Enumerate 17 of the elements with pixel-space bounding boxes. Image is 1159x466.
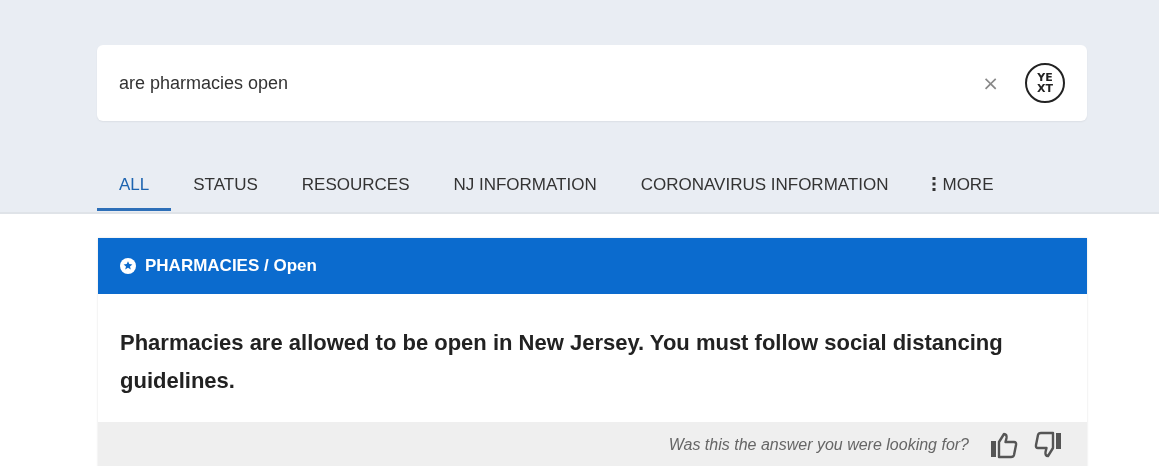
more-tab[interactable]: MORE — [910, 165, 1016, 211]
thumbs-down-icon — [1033, 430, 1063, 460]
tab[interactable]: NJ INFORMATION — [431, 165, 619, 211]
yext-logo[interactable]: YE XT — [1025, 63, 1065, 103]
answer-text: Pharmacies are allowed to be open in New Jersey. You must follow social distancing guidelines. — [119, 329, 1004, 395]
tab[interactable]: ALL — [97, 165, 172, 211]
more-icon — [932, 177, 937, 191]
search-field[interactable]: are pharmacies open — [119, 72, 983, 94]
thumbs-down-button[interactable] — [1033, 430, 1063, 460]
thumbs-up-icon — [989, 430, 1019, 460]
answer-title: PHARMACIES / Open — [145, 256, 317, 276]
thumbs-up-button[interactable] — [989, 430, 1019, 460]
tab[interactable]: STATUS — [171, 165, 280, 211]
feedback-question: Was this the answer you were looking for? — [668, 436, 969, 454]
clear-button[interactable]: × — [982, 71, 999, 95]
tab[interactable]: CORONAVIRUS INFORMATION — [618, 165, 911, 211]
tab[interactable]: RESOURCES — [279, 165, 432, 211]
